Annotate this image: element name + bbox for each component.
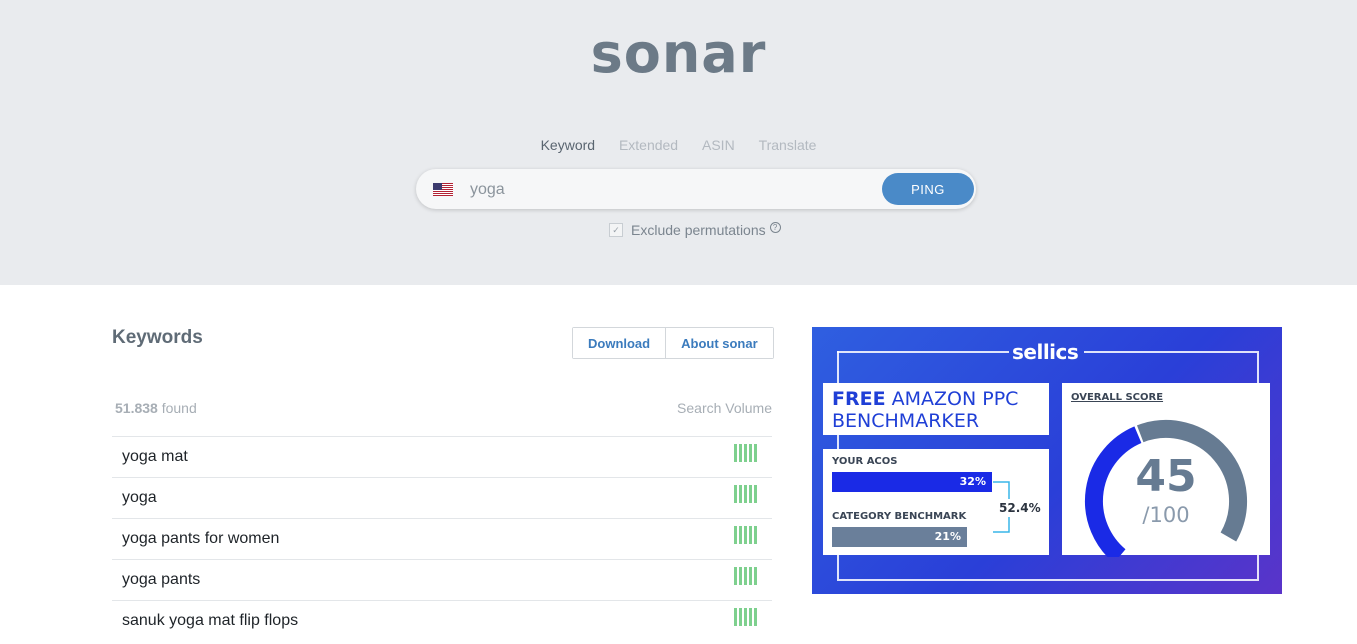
- volume-bar: [734, 608, 737, 626]
- volume-bar: [749, 526, 752, 544]
- volume-bar: [744, 444, 747, 462]
- volume-bar: [734, 444, 737, 462]
- ad-brand-logo: sellics: [1012, 340, 1079, 364]
- overall-score-value: 45: [1135, 451, 1197, 502]
- results-count: 51.838 found: [115, 400, 197, 416]
- keyword-text[interactable]: yoga pants for women: [122, 530, 279, 548]
- keyword-row[interactable]: sanuk yoga mat flip flops: [112, 600, 772, 641]
- acos-bar: 32%: [832, 472, 992, 492]
- search-box: PING: [416, 169, 976, 209]
- ping-button[interactable]: PING: [882, 173, 974, 205]
- search-volume-bars: [734, 526, 759, 544]
- help-icon[interactable]: ?: [769, 221, 781, 233]
- volume-bar: [734, 485, 737, 503]
- volume-bar: [754, 444, 757, 462]
- keyword-text[interactable]: yoga: [122, 489, 157, 507]
- volume-bar: [734, 567, 737, 585]
- ad-headline-rest: AMAZON PPC: [891, 388, 1019, 410]
- search-volume-bars: [734, 485, 759, 503]
- volume-bar: [744, 526, 747, 544]
- benchmark-value: 21%: [934, 530, 961, 543]
- ad-frame-line: [1084, 351, 1257, 353]
- volume-bar: [749, 608, 752, 626]
- volume-bar: [749, 485, 752, 503]
- benchmark-difference: 52.4%: [999, 501, 1041, 515]
- keyword-actions: Download About sonar: [572, 327, 774, 359]
- sonar-logo[interactable]: sonar: [0, 22, 1357, 85]
- keyword-list: yoga mat yoga yoga pants for women yoga …: [112, 436, 772, 641]
- volume-bar: [744, 608, 747, 626]
- exclude-permutations-label[interactable]: Exclude permutations: [631, 222, 766, 238]
- tab-keyword[interactable]: Keyword: [541, 137, 595, 153]
- benchmark-label: CATEGORY BENCHMARK: [832, 511, 967, 522]
- exclude-permutations-checkbox[interactable]: ✓: [609, 223, 623, 237]
- search-volume-bars: [734, 567, 759, 585]
- found-suffix: found: [161, 400, 197, 416]
- search-volume-header[interactable]: Search Volume: [677, 400, 772, 416]
- search-volume-bars: [734, 444, 759, 462]
- ad-frame-line: [837, 351, 1009, 353]
- volume-bar: [739, 608, 742, 626]
- ad-headline-bold: FREE: [832, 388, 886, 410]
- search-hero: sonar Keyword Extended ASIN Translate PI…: [0, 0, 1357, 285]
- keyword-text[interactable]: yoga mat: [122, 448, 188, 466]
- volume-bar: [754, 608, 757, 626]
- overall-score-label: OVERALL SCORE: [1071, 392, 1164, 403]
- exclude-permutations-option: ✓ Exclude permutations ?: [609, 221, 781, 238]
- volume-bar: [744, 567, 747, 585]
- volume-bar: [754, 567, 757, 585]
- about-sonar-button[interactable]: About sonar: [666, 328, 773, 358]
- volume-bar: [739, 444, 742, 462]
- volume-bar: [749, 567, 752, 585]
- download-button[interactable]: Download: [573, 328, 666, 358]
- ad-score-card: OVERALL SCORE 45 /100: [1062, 383, 1270, 557]
- volume-bar: [749, 444, 752, 462]
- keywords-heading: Keywords: [112, 327, 203, 348]
- ad-headline-card: FREE AMAZON PPC BENCHMARKER: [823, 383, 1049, 435]
- volume-bar: [739, 526, 742, 544]
- volume-bar: [734, 526, 737, 544]
- sellics-ad-banner[interactable]: sellics FREE AMAZON PPC BENCHMARKER YOUR…: [812, 327, 1282, 594]
- search-volume-bars: [734, 608, 759, 626]
- keyword-row[interactable]: yoga: [112, 477, 772, 518]
- volume-bar: [754, 526, 757, 544]
- us-flag-icon[interactable]: [433, 183, 453, 196]
- benchmark-bar: 21%: [832, 527, 967, 547]
- tab-extended[interactable]: Extended: [619, 137, 678, 153]
- keyword-row[interactable]: yoga pants for women: [112, 518, 772, 559]
- search-mode-tabs: Keyword Extended ASIN Translate: [0, 137, 1357, 153]
- volume-bar: [744, 485, 747, 503]
- volume-bar: [739, 485, 742, 503]
- keyword-text[interactable]: yoga pants: [122, 571, 200, 589]
- keyword-row[interactable]: yoga pants: [112, 559, 772, 600]
- ad-headline-line2: BENCHMARKER: [832, 410, 980, 432]
- acos-label: YOUR ACOS: [832, 456, 898, 467]
- tab-asin[interactable]: ASIN: [702, 137, 735, 153]
- ad-headline: FREE AMAZON PPC BENCHMARKER: [832, 388, 1018, 432]
- keyword-text[interactable]: sanuk yoga mat flip flops: [122, 612, 298, 630]
- volume-bar: [739, 567, 742, 585]
- tab-translate[interactable]: Translate: [759, 137, 817, 153]
- ad-acos-card: YOUR ACOS 32% 52.4% CATEGORY BENCHMARK 2…: [823, 449, 1049, 555]
- found-count: 51.838: [115, 400, 158, 416]
- keyword-search-input[interactable]: [468, 177, 872, 203]
- overall-score-max: /100: [1142, 503, 1190, 527]
- keyword-row[interactable]: yoga mat: [112, 436, 772, 477]
- volume-bar: [754, 485, 757, 503]
